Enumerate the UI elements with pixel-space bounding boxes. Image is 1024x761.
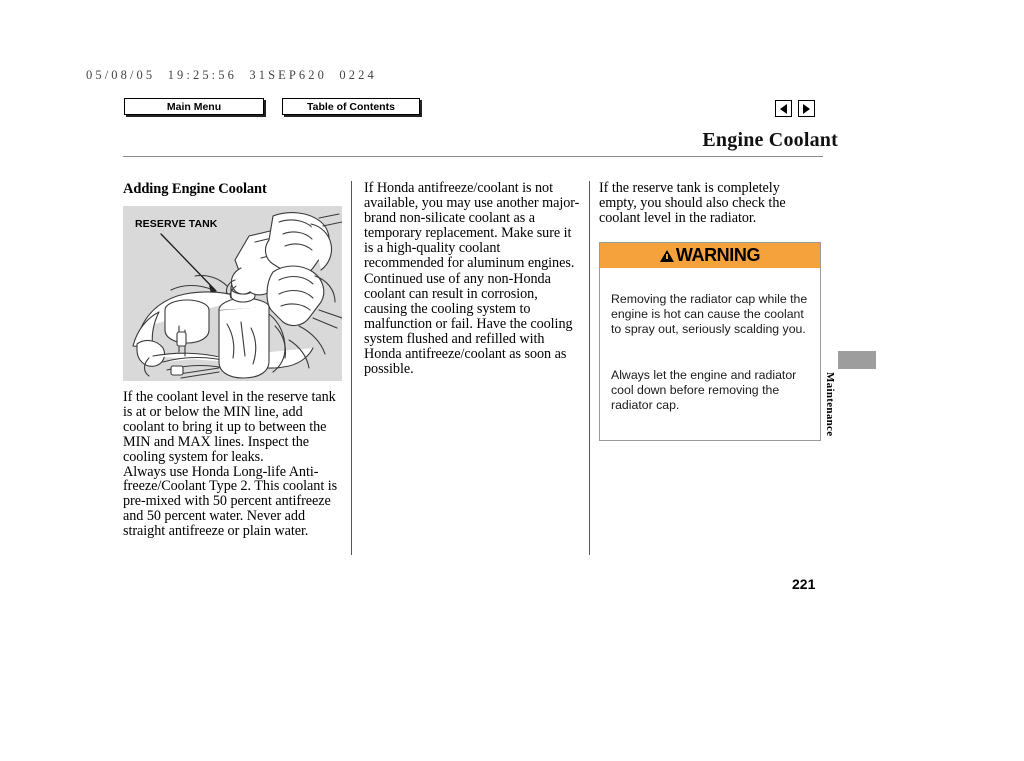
triangle-right-icon (803, 103, 810, 114)
document-timestamp: 05/08/05 19:25:56 31SEP620 0224 (86, 68, 377, 82)
warning-header: WARNING (600, 242, 820, 268)
section-heading: Adding Engine Coolant (123, 181, 267, 197)
right-column: If the reserve tank is completely empty,… (599, 181, 821, 441)
triangle-left-icon (780, 103, 787, 114)
right-column-intro: If the reserve tank is completely empty,… (599, 180, 786, 226)
page-title: Engine Coolant (702, 129, 838, 151)
warning-paragraph-1: Removing the radiator cap while the engi… (611, 291, 808, 337)
table-of-contents-button[interactable]: Table of Contents (282, 98, 420, 115)
next-page-button[interactable] (798, 100, 815, 117)
main-menu-button[interactable]: Main Menu (124, 98, 264, 115)
previous-page-button[interactable] (775, 100, 792, 117)
section-tab-label: Maintenance (824, 372, 836, 437)
middle-column: If Honda antifreeze/coolant is not avail… (364, 180, 582, 378)
section-tab-marker (838, 351, 876, 369)
middle-column-body: If Honda antifreeze/coolant is not avail… (364, 180, 580, 378)
reserve-tank-diagram (132, 212, 342, 379)
warning-paragraph-2: Always let the engine and radiator cool … (611, 367, 797, 413)
page-number: 221 (792, 576, 816, 592)
warning-box: WARNING Removing the radiator cap while … (599, 241, 821, 441)
warning-triangle-icon (659, 250, 674, 263)
reserve-tank-label: RESERVE TANK (135, 218, 218, 230)
warning-title: WARNING (675, 244, 761, 265)
reserve-tank-illustration: RESERVE TANK (123, 206, 342, 381)
column-divider-2 (589, 181, 590, 555)
column-divider-1 (351, 181, 352, 555)
warning-body: Removing the radiator cap while the engi… (600, 268, 820, 440)
title-divider (123, 156, 823, 157)
left-column: Adding Engine Coolant RESERVE TANK If th… (123, 181, 343, 539)
left-column-body: If the coolant level in the reserve tank… (123, 389, 338, 540)
